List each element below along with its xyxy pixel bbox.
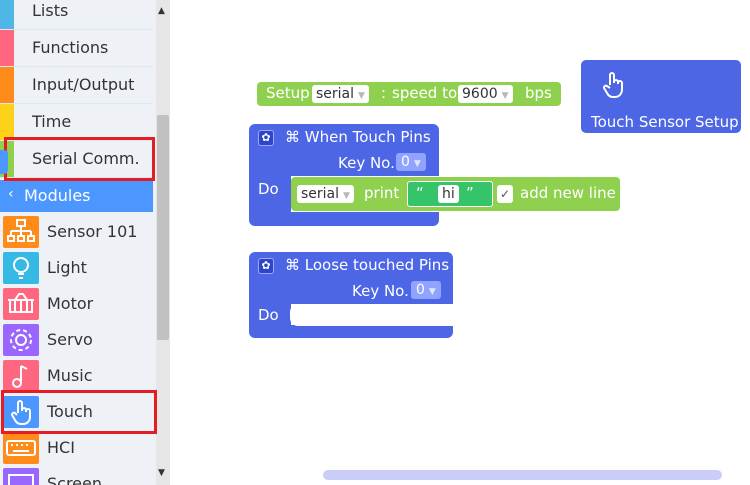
monitor-icon <box>3 468 39 485</box>
loose-touched-pins-footer <box>249 325 453 338</box>
dropdown-arrow-icon: ▼ <box>358 91 365 101</box>
category-functions[interactable]: Functions <box>0 30 153 67</box>
highlight-serial-comm <box>4 137 155 181</box>
network-icon <box>3 216 39 248</box>
settings-gear-icon[interactable]: ✿ <box>258 130 274 146</box>
key-no-dropdown[interactable]: 0 ▼ <box>411 281 441 299</box>
category-lists[interactable]: Lists <box>0 0 153 30</box>
dropdown-arrow-icon: ▼ <box>428 287 436 297</box>
basket-icon <box>3 288 39 320</box>
serial-print-block[interactable]: serial ▼ print “ hi ” ✓ add new line <box>291 177 620 211</box>
dropdown-arrow-icon: ▼ <box>343 191 350 201</box>
module-light[interactable]: Light <box>0 250 153 286</box>
dropdown-value: 0 <box>416 282 425 298</box>
settings-gear-icon[interactable]: ✿ <box>258 258 274 274</box>
category-color-strip <box>0 104 14 140</box>
modules-header-label: Modules <box>24 186 91 205</box>
category-label: Time <box>32 112 72 131</box>
category-color-strip <box>0 67 14 103</box>
dropdown-value: serial <box>301 186 340 202</box>
module-music[interactable]: Music <box>0 358 153 394</box>
module-label: Motor <box>47 294 94 313</box>
category-input-output[interactable]: Input/Output <box>0 67 153 104</box>
module-label: HCI <box>47 438 75 457</box>
empty-do-slot[interactable] <box>290 304 454 326</box>
baud-rate-dropdown[interactable]: 9600 ▼ <box>458 85 513 103</box>
category-color-strip <box>0 30 14 66</box>
quote-open-icon: “ <box>416 184 424 202</box>
modules-header[interactable]: ‹ Modules <box>0 180 153 212</box>
music-note-icon <box>3 360 39 392</box>
module-motor[interactable]: Motor <box>0 286 153 322</box>
do-label: Do <box>258 180 279 198</box>
chevron-left-icon: ‹ <box>8 186 14 202</box>
bps-label: bps <box>525 84 552 102</box>
dropdown-arrow-icon: ▼ <box>413 159 421 169</box>
category-sidebar: Lists Functions Input/Output Time Serial… <box>0 0 170 485</box>
workspace-horizontal-scrollbar[interactable] <box>323 470 722 480</box>
module-servo[interactable]: Servo <box>0 322 153 358</box>
serial-port-dropdown[interactable]: serial ▼ <box>312 85 369 103</box>
scroll-up-arrow-icon[interactable]: ▲ <box>158 6 165 16</box>
setup-label: Setup <box>266 84 310 102</box>
loose-touched-pins-title: ⌘ Loose touched Pins <box>285 256 450 274</box>
module-label: Servo <box>47 330 93 349</box>
do-label: Do <box>258 306 279 324</box>
newline-checkbox[interactable]: ✓ <box>497 185 513 203</box>
module-hci[interactable]: HCI <box>0 430 153 466</box>
key-no-label: Key No. <box>338 154 395 172</box>
setup-serial-block[interactable]: Setup serial ▼ : speed to 9600 ▼ bps <box>257 82 561 106</box>
module-label: Light <box>47 258 87 277</box>
module-label: Sensor 101 <box>47 222 138 241</box>
dropdown-value: 9600 <box>462 86 498 102</box>
text-input[interactable]: hi <box>438 185 459 203</box>
quote-close-icon: ” <box>466 184 474 202</box>
when-touch-pins-title: ⌘ When Touch Pins <box>285 128 431 146</box>
print-label: print <box>364 184 400 202</box>
colon-label: : <box>381 84 387 102</box>
touch-sensor-setup-label: Touch Sensor Setup <box>591 113 739 131</box>
category-time[interactable]: Time <box>0 104 153 141</box>
speed-label: speed to <box>392 84 458 102</box>
text-string-block[interactable]: “ hi ” <box>407 181 493 207</box>
module-screen[interactable]: Screen <box>0 466 153 485</box>
module-label: Screen <box>47 474 103 485</box>
collapse-tab[interactable] <box>0 150 8 174</box>
scroll-down-arrow-icon[interactable]: ▼ <box>158 468 165 478</box>
category-color-strip <box>0 0 14 29</box>
touch-sensor-setup-block[interactable]: Touch Sensor Setup <box>581 60 741 133</box>
hand-pointer-icon <box>601 70 629 104</box>
dropdown-value: 0 <box>401 154 410 170</box>
key-no-label: Key No. <box>352 282 409 300</box>
category-label: Lists <box>32 1 69 20</box>
when-touch-pins-footer <box>249 212 439 226</box>
category-label: Functions <box>32 38 109 57</box>
dropdown-arrow-icon: ▼ <box>501 91 509 101</box>
highlight-touch <box>1 390 157 434</box>
keyboard-icon <box>3 432 39 464</box>
key-no-dropdown[interactable]: 0 ▼ <box>396 153 426 171</box>
gear-icon <box>3 324 39 356</box>
category-label: Input/Output <box>32 75 135 94</box>
sidebar-scrollbar-thumb[interactable] <box>157 115 169 340</box>
module-sensor-101[interactable]: Sensor 101 <box>0 214 153 250</box>
bulb-icon <box>3 252 39 284</box>
dropdown-value: serial <box>316 86 355 102</box>
add-new-line-label: add new line <box>520 184 616 202</box>
module-label: Music <box>47 366 93 385</box>
serial-port-dropdown[interactable]: serial ▼ <box>297 185 354 203</box>
